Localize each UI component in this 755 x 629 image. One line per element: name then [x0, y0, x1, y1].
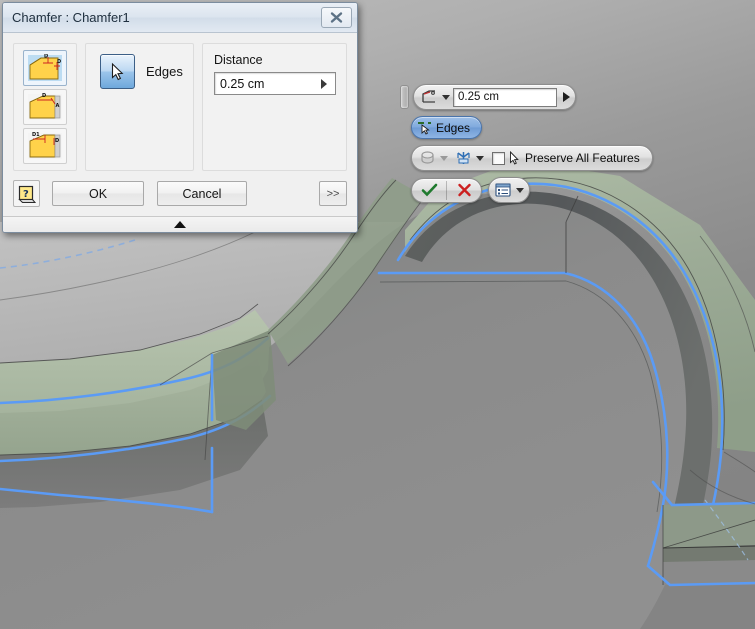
arrow-cursor-icon [509, 151, 521, 165]
resize-triangle-icon [174, 221, 186, 228]
mini-toolbar-options-row: Preserve All Features [400, 145, 690, 171]
distance-value[interactable]: 0.25 cm [215, 77, 321, 91]
svg-text:?: ? [23, 189, 29, 200]
dialog-titlebar[interactable]: Chamfer : Chamfer1 [3, 3, 357, 33]
options-list-icon[interactable] [491, 180, 515, 200]
edges-selection-button[interactable]: Edges [411, 116, 483, 139]
chamfer-type-group: D D D A D1 D [13, 43, 77, 171]
edges-label: Edges [146, 64, 183, 79]
help-question-icon[interactable]: ? [13, 180, 40, 207]
dialog-title: Chamfer : Chamfer1 [12, 10, 130, 25]
distance-input[interactable]: 0.25 cm [453, 87, 557, 107]
chevron-down-icon[interactable] [476, 155, 484, 161]
setback-corner-icon[interactable] [451, 148, 475, 168]
lower-block-green-face [663, 503, 755, 548]
svg-text:A: A [56, 103, 60, 109]
chamfer-type-distance-and-angle[interactable]: D A [23, 89, 67, 125]
edge-selection-group: Edges [85, 43, 194, 171]
confirm-pill [411, 177, 482, 203]
edge-select-cursor-icon [417, 121, 432, 135]
svg-text:D: D [44, 54, 48, 60]
edge-selection-row: Edges [100, 54, 193, 89]
ok-button[interactable]: OK [52, 181, 144, 206]
preserve-all-features-label: Preserve All Features [525, 151, 640, 165]
cancel-button[interactable]: Cancel [157, 181, 247, 206]
more-options-pill [488, 177, 530, 203]
mini-toolbar-confirm-row [400, 177, 690, 203]
chevron-down-icon[interactable] [442, 94, 450, 100]
value-pill: 0.25 cm [413, 84, 576, 110]
edge-select-cursor-icon[interactable] [100, 54, 135, 89]
mini-toolbar-edges-row: Edges [400, 116, 690, 139]
distance-field-wrap: 0.25 cm [453, 87, 572, 107]
dialog-footer: ? OK Cancel >> [3, 171, 357, 216]
value-dropdown-arrow-icon[interactable] [563, 92, 570, 102]
drag-grip-icon[interactable] [400, 85, 409, 109]
options-pill: Preserve All Features [411, 145, 653, 171]
svg-text:D: D [42, 93, 46, 99]
chamfer-type-two-distances[interactable]: D1 D [23, 128, 67, 164]
close-x-icon[interactable] [321, 7, 352, 28]
expand-more-button[interactable]: >> [319, 181, 347, 206]
edges-label: Edges [436, 120, 471, 135]
distance-field[interactable]: 0.25 cm [214, 72, 336, 95]
solid-body-icon[interactable] [415, 148, 439, 168]
svg-text:D: D [55, 138, 59, 144]
chamfer-type-distance[interactable]: D D [23, 50, 67, 86]
svg-text:D: D [57, 59, 61, 65]
dialog-resize-handle[interactable] [3, 216, 357, 232]
value-dropdown-arrow-icon[interactable] [321, 78, 327, 89]
chevron-down-icon[interactable] [440, 155, 448, 161]
chamfer-type-icon[interactable] [417, 87, 441, 107]
chamfer-mini-toolbar[interactable]: 0.25 cm Edges Preserve All Features [400, 84, 690, 203]
dialog-body: D D D A D1 D Edges Distance 0.25 cm [3, 33, 357, 171]
green-check-icon[interactable] [412, 179, 446, 202]
chamfer-dialog[interactable]: Chamfer : Chamfer1 D D D A D1 D Edges Di… [2, 2, 358, 233]
mini-toolbar-value-row: 0.25 cm [400, 84, 690, 110]
svg-text:D1: D1 [32, 132, 40, 138]
distance-group-title: Distance [214, 53, 263, 67]
chevron-down-icon[interactable] [516, 187, 524, 193]
red-x-icon[interactable] [447, 179, 481, 202]
distance-group: Distance 0.25 cm [202, 43, 347, 171]
preserve-all-features-checkbox[interactable] [492, 151, 505, 165]
